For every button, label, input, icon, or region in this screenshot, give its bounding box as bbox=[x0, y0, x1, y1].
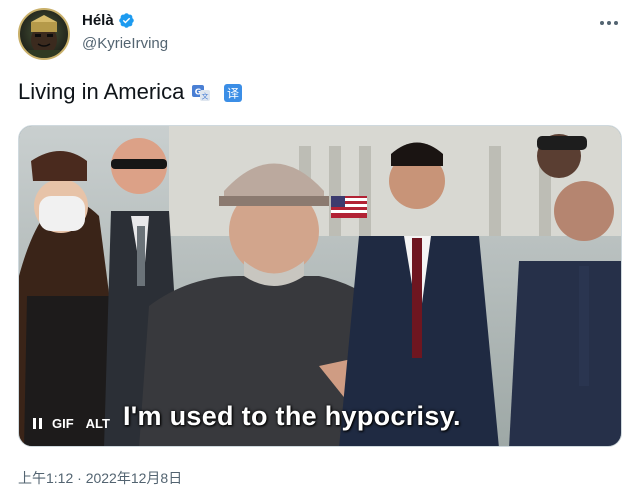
gif-badge: GIF bbox=[52, 416, 74, 431]
avatar[interactable] bbox=[18, 8, 70, 60]
tweet-text-row: Living in America G 文 译 bbox=[18, 79, 243, 105]
translate-emoji-icon: G 文 bbox=[192, 85, 211, 101]
tweet-media-gif[interactable]: I'm used to the hypocrisy. GIF ALT bbox=[18, 125, 622, 447]
gif-controls: GIF ALT bbox=[33, 415, 112, 432]
chinese-translate-emoji-icon: 译 bbox=[224, 84, 243, 102]
svg-text:文: 文 bbox=[202, 92, 209, 101]
more-options-button[interactable] bbox=[596, 12, 622, 34]
pause-icon[interactable] bbox=[33, 418, 42, 429]
verified-badge-icon bbox=[118, 13, 134, 28]
author-handle[interactable]: @KyrieIrving bbox=[82, 35, 168, 52]
tweet-timestamp[interactable]: 上午1:12 · 2022年12月8日 bbox=[18, 468, 182, 488]
svg-text:译: 译 bbox=[227, 87, 239, 101]
gif-caption: I'm used to the hypocrisy. bbox=[123, 401, 461, 431]
alt-text-button[interactable]: ALT bbox=[84, 415, 112, 432]
gif-frame-illustration bbox=[19, 126, 621, 446]
author-display-name[interactable]: Hélà bbox=[82, 12, 114, 29]
more-horizontal-icon bbox=[600, 21, 618, 25]
author-name-row[interactable]: Hélà bbox=[82, 12, 135, 29]
tweet-text: Living in America bbox=[18, 79, 185, 104]
